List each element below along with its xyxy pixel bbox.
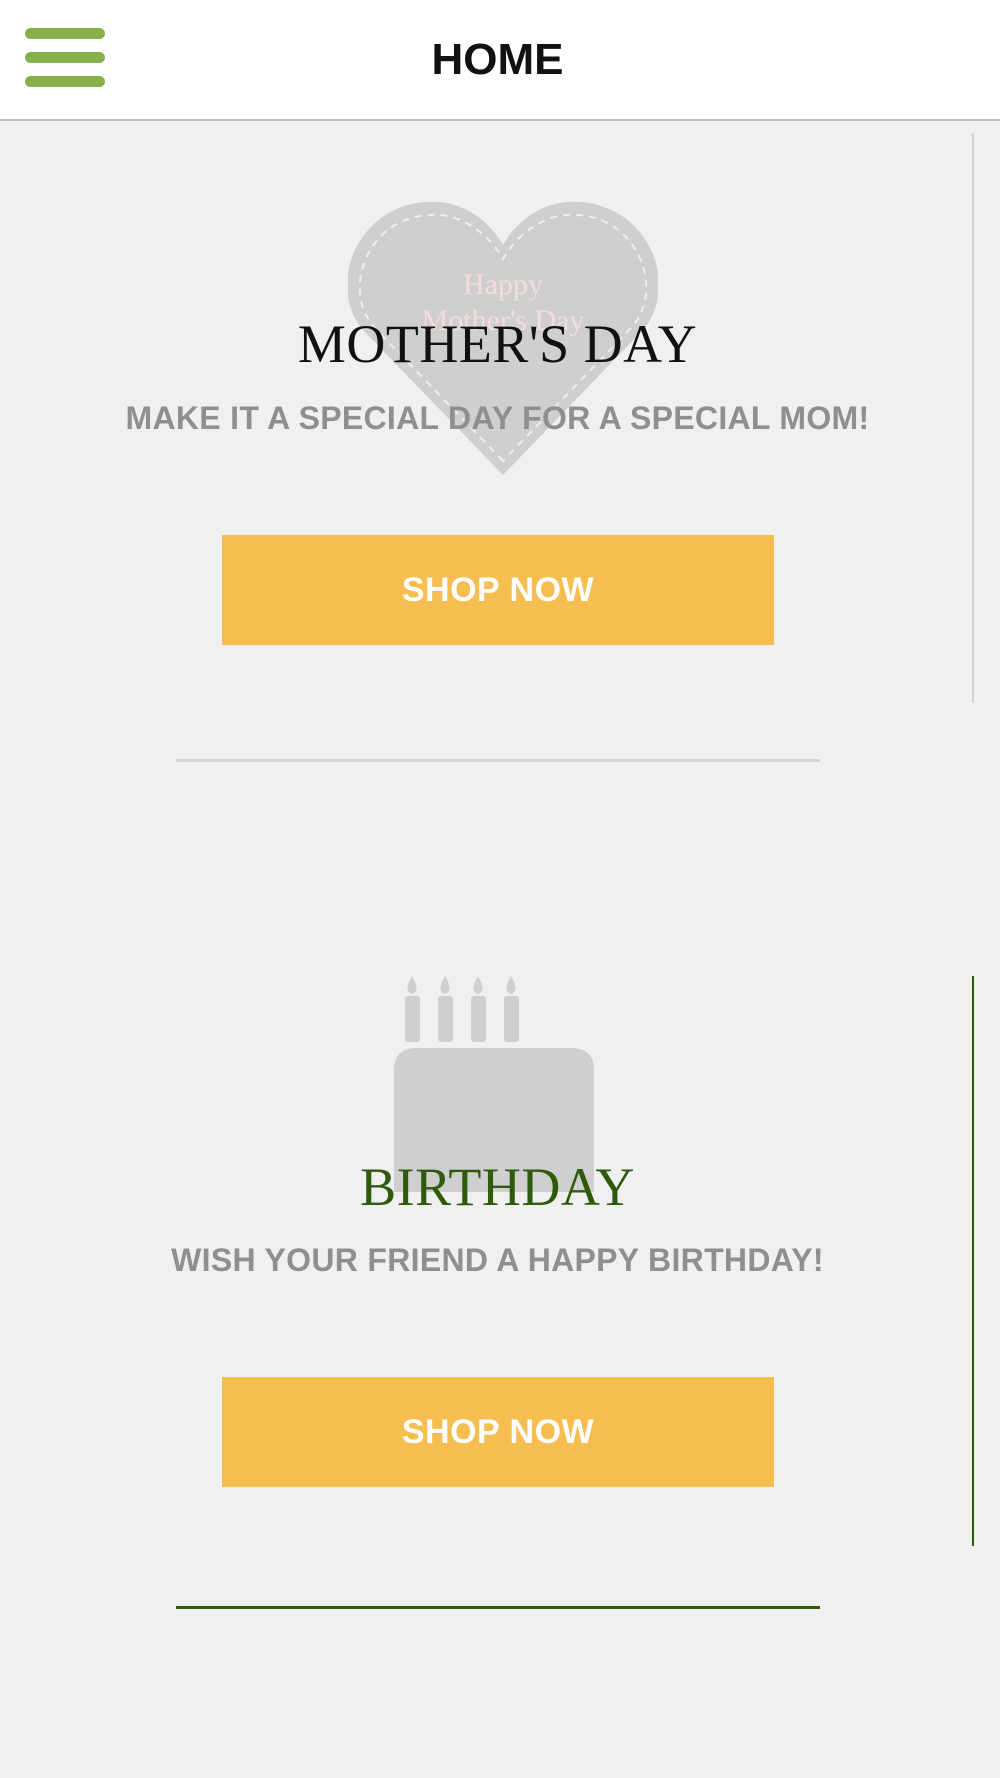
section-divider (176, 759, 820, 762)
section-divider (176, 1606, 820, 1609)
section-mothers-day: Happy Mother's Day MOTHER'S DAY MAKE IT … (0, 121, 1000, 762)
shop-now-button[interactable]: SHOP NOW (222, 1377, 774, 1487)
section-title: BIRTHDAY (360, 1157, 635, 1217)
section-subtitle: MAKE IT A SPECIAL DAY FOR A SPECIAL MOM! (125, 400, 870, 436)
heart-text-line-1: Happy (463, 268, 543, 301)
page-title: HOME (431, 35, 564, 84)
shop-now-button[interactable]: SHOP NOW (222, 535, 774, 645)
section-subtitle: WISH YOUR FRIEND A HAPPY BIRTHDAY! (171, 1242, 824, 1278)
section-birthday: BIRTHDAY WISH YOUR FRIEND A HAPPY BIRTHD… (0, 900, 1000, 1620)
app-header: HOME (0, 0, 1000, 121)
section-title: MOTHER'S DAY (297, 314, 698, 374)
